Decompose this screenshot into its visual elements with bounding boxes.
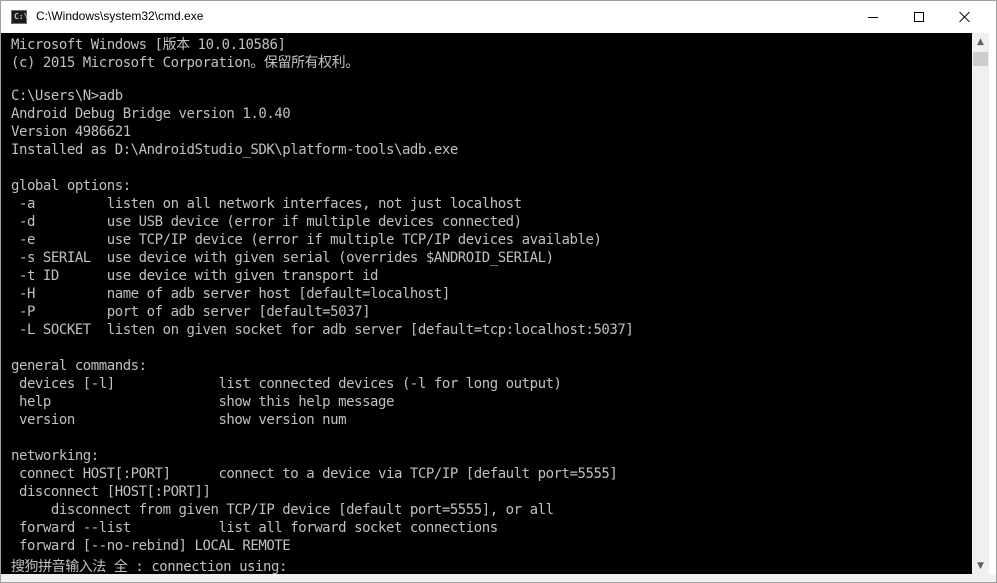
console-line: -s SERIAL use device with given serial (… xyxy=(11,250,554,266)
console-line: forward --list list all forward socket c… xyxy=(11,520,498,536)
console-line: -a listen on all network interfaces, not… xyxy=(11,196,522,212)
vertical-scrollbar[interactable]: ▲ ▼ xyxy=(972,33,989,574)
console-line: version show version num xyxy=(11,412,347,428)
console-line: general commands: xyxy=(11,358,147,374)
cmd-window: C:\ C:\Windows\system32\cmd.exe Microsof… xyxy=(0,0,997,583)
console-line: Version 4986621 xyxy=(11,124,131,140)
close-icon xyxy=(959,11,971,23)
console-line: -e use TCP/IP device (error if multiple … xyxy=(11,232,602,248)
console-line: Android Debug Bridge version 1.0.40 xyxy=(11,106,291,122)
console-line: (c) 2015 Microsoft Corporation。保留所有权利。 xyxy=(11,55,359,71)
console-line: Microsoft Windows [版本 10.0.10586] xyxy=(11,37,286,53)
console-line: networking: xyxy=(11,448,99,464)
title-bar[interactable]: C:\ C:\Windows\system32\cmd.exe xyxy=(1,1,996,33)
minimize-button[interactable] xyxy=(850,1,896,33)
console-output[interactable]: Microsoft Windows [版本 10.0.10586] (c) 20… xyxy=(1,33,972,574)
console-line: -H name of adb server host [default=loca… xyxy=(11,286,450,302)
console-line: -L SOCKET listen on given socket for adb… xyxy=(11,322,634,338)
scroll-up-button[interactable]: ▲ xyxy=(972,33,989,50)
console-line: disconnect [HOST[:PORT]] xyxy=(11,484,211,500)
minimize-icon xyxy=(868,16,878,18)
window-bottom-edge xyxy=(1,574,996,582)
console-line: forward [--no-rebind] LOCAL REMOTE xyxy=(11,538,291,554)
command-prompt-icon[interactable]: C:\ xyxy=(11,10,28,24)
console-line: Installed as D:\AndroidStudio_SDK\platfo… xyxy=(11,142,458,158)
console-line: -P port of adb server [default=5037] xyxy=(11,304,371,320)
console-lines: Microsoft Windows [版本 10.0.10586] (c) 20… xyxy=(11,34,634,574)
console-line: devices [-l] list connected devices (-l … xyxy=(11,376,562,392)
window-title: C:\Windows\system32\cmd.exe xyxy=(36,9,204,23)
maximize-button[interactable] xyxy=(896,1,942,33)
arrow-down-icon: ▼ xyxy=(977,560,984,571)
ime-status-line: 搜狗拼音输入法 全 : connection using: xyxy=(11,559,287,574)
scroll-down-button[interactable]: ▼ xyxy=(972,557,989,574)
console-line: help show this help message xyxy=(11,394,394,410)
console-line: connect HOST[:PORT] connect to a device … xyxy=(11,466,618,482)
console-line: C:\Users\N>adb xyxy=(11,88,123,104)
console-line: -d use USB device (error if multiple dev… xyxy=(11,214,522,230)
maximize-icon xyxy=(914,12,924,22)
close-button[interactable] xyxy=(942,1,988,33)
console-line: -t ID use device with given transport id xyxy=(11,268,379,284)
console-line: global options: xyxy=(11,178,131,194)
arrow-up-icon: ▲ xyxy=(977,36,984,47)
scroll-thumb[interactable] xyxy=(973,52,988,66)
console-line: disconnect from given TCP/IP device [def… xyxy=(11,502,554,518)
